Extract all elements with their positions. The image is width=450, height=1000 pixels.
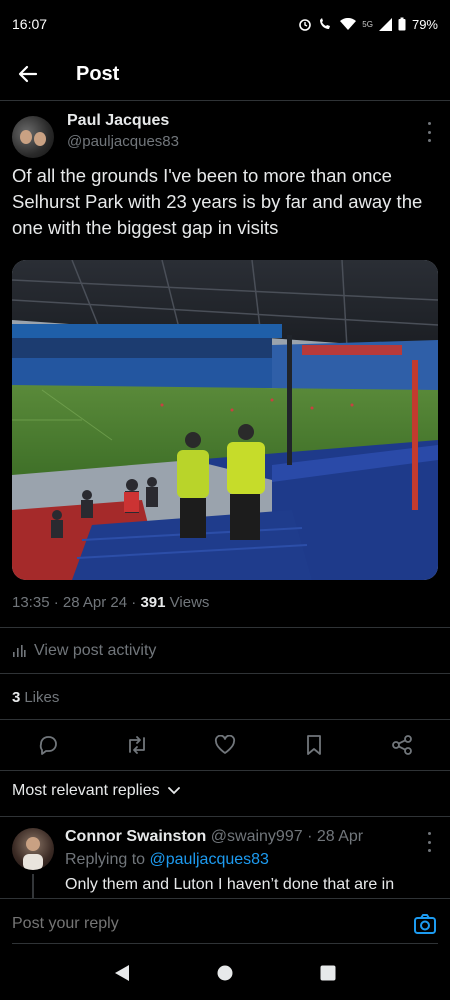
- header-divider: [0, 100, 450, 101]
- reply-text: Only them and Luton I haven’t done that …: [65, 876, 395, 893]
- square-recents-icon: [320, 965, 336, 980]
- status-bar: 16:07 5G 79%: [0, 0, 450, 48]
- signal-icon: [378, 17, 392, 31]
- replying-to-label: Replying to: [65, 851, 146, 868]
- like-button[interactable]: [213, 733, 237, 757]
- actions-divider: [0, 770, 450, 771]
- reply-icon: [39, 736, 57, 755]
- post-text: Of all the grounds I've been to more tha…: [12, 165, 423, 238]
- likes-label: Likes: [24, 688, 60, 706]
- reply-input[interactable]: [12, 915, 392, 933]
- analytics-icon: [13, 645, 26, 657]
- camera-button[interactable]: [412, 911, 438, 937]
- reply-avatar[interactable]: [12, 828, 54, 870]
- reply-more-button[interactable]: [422, 832, 436, 852]
- stadium-photo: [12, 260, 438, 580]
- view-post-activity-button[interactable]: View post activity: [0, 628, 450, 674]
- battery-level: 79%: [411, 16, 438, 32]
- reply-date: 28 Apr: [316, 828, 364, 845]
- battery-icon: [398, 17, 406, 31]
- page-title: Post: [76, 62, 120, 85]
- views-count: 391: [140, 594, 166, 611]
- circle-home-icon: [217, 965, 233, 980]
- likes-row[interactable]: 3 Likes: [0, 674, 450, 720]
- chevron-down-icon: [167, 787, 180, 795]
- share-icon: [392, 735, 412, 755]
- alarm-icon: [299, 19, 312, 31]
- camera-icon: [414, 914, 436, 934]
- post-time: 13:35: [12, 594, 50, 611]
- arrow-left-icon: [18, 65, 38, 83]
- author-handle[interactable]: @pauljacques83: [67, 133, 179, 150]
- reply-button[interactable]: [36, 733, 60, 757]
- likes-count: 3: [12, 688, 21, 706]
- composer-underline: [12, 943, 438, 944]
- views-label: Views: [169, 594, 210, 611]
- author-avatar[interactable]: [12, 116, 54, 158]
- reply-sort-label: Most relevant replies: [12, 782, 160, 799]
- replies-divider: [0, 816, 450, 817]
- nav-home-button[interactable]: [217, 965, 233, 986]
- reply-sort-dropdown[interactable]: Most relevant replies: [12, 782, 180, 800]
- reply-item[interactable]: Connor Swainston @swainy997 · 28 Apr Rep…: [0, 820, 450, 900]
- like-icon: [214, 735, 236, 754]
- nav-recents-button[interactable]: [320, 965, 336, 986]
- post-header: Paul Jacques @pauljacques83: [0, 112, 450, 158]
- action-bar: [0, 722, 450, 768]
- bookmark-button[interactable]: [302, 733, 326, 757]
- reply-thread-line: [32, 874, 34, 898]
- likes-divider: [0, 719, 450, 720]
- share-button[interactable]: [390, 733, 414, 757]
- wifi-icon: [340, 17, 357, 30]
- repost-icon: [128, 736, 145, 754]
- post-date: 28 Apr 24: [62, 594, 128, 611]
- post-image[interactable]: [12, 260, 438, 580]
- nav-back-button[interactable]: [114, 964, 130, 987]
- status-icons: 5G 79%: [298, 17, 438, 32]
- post-more-button[interactable]: [422, 122, 436, 142]
- reply-header: Connor Swainston @swainy997 · 28 Apr: [65, 828, 364, 845]
- system-nav-bar: [0, 950, 450, 1000]
- replying-to-handle[interactable]: @pauljacques83: [150, 851, 269, 868]
- wifi-call-icon: [320, 18, 331, 29]
- reply-composer: [0, 898, 450, 950]
- reply-author-name[interactable]: Connor Swainston: [65, 828, 206, 845]
- bookmark-icon: [306, 735, 321, 755]
- post-meta: 13:35 · 28 Apr 24 · 391 Views: [12, 594, 210, 611]
- back-button[interactable]: [0, 48, 56, 100]
- top-bar: Post: [0, 48, 450, 100]
- triangle-back-icon: [114, 964, 129, 981]
- repost-button[interactable]: [125, 733, 149, 757]
- status-time: 16:07: [12, 16, 48, 32]
- activity-label: View post activity: [34, 642, 157, 659]
- reply-author-handle[interactable]: @swainy997: [211, 828, 303, 845]
- replying-to: Replying to @pauljacques83: [65, 851, 269, 869]
- network-type: 5G: [362, 19, 373, 29]
- author-name[interactable]: Paul Jacques: [67, 112, 169, 130]
